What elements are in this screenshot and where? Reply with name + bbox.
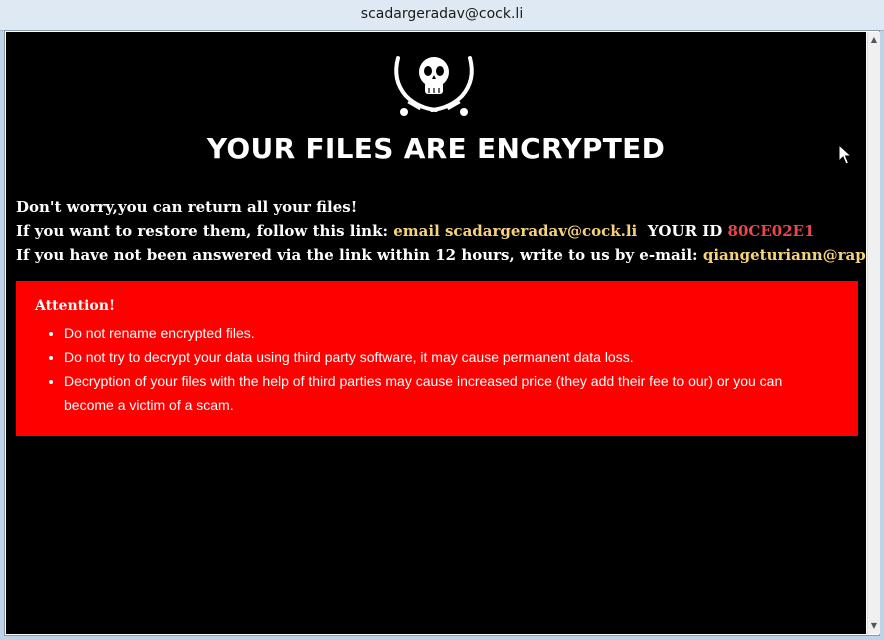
vertical-scrollbar[interactable]: ▲ ▼ [867, 32, 880, 634]
window-titlebar[interactable]: scadargeradav@cock.li [0, 0, 884, 31]
attention-title: Attention! [35, 298, 116, 314]
list-item: Do not rename encrypted files. [64, 321, 824, 345]
reassurance-line: Don't worry,you can return all your file… [16, 198, 358, 216]
fallback-prefix: If you have not been answered via the li… [16, 246, 703, 264]
restore-instructions-line: If you want to restore them, follow this… [16, 222, 815, 240]
attention-box: Attention! Do not rename encrypted files… [16, 281, 858, 436]
ransom-note: YOUR FILES ARE ENCRYPTED Don't worry,you… [6, 32, 866, 634]
scroll-up-icon[interactable]: ▲ [868, 32, 880, 48]
victim-id: 80CE02E1 [727, 222, 815, 240]
restore-prefix: If you want to restore them, follow this… [16, 222, 394, 240]
skull-crossed-swords-icon [394, 56, 474, 116]
scroll-down-icon[interactable]: ▼ [868, 618, 880, 634]
fallback-contact-line: If you have not been answered via the li… [16, 246, 866, 264]
list-item: Do not try to decrypt your data using th… [64, 345, 824, 369]
list-item: Decryption of your files with the help o… [64, 369, 824, 417]
headline: YOUR FILES ARE ENCRYPTED [206, 132, 666, 165]
fallback-email-link[interactable]: qiangeturiann@rape.lol [703, 246, 866, 264]
attention-list: Do not rename encrypted files. Do not tr… [36, 321, 824, 417]
id-label: YOUR ID [647, 222, 728, 240]
browser-frame: YOUR FILES ARE ENCRYPTED Don't worry,you… [4, 30, 880, 636]
mouse-cursor-icon [838, 144, 852, 165]
contact-email-link[interactable]: email scadargeradav@cock.li [393, 222, 637, 240]
window-title: scadargeradav@cock.li [360, 6, 524, 22]
